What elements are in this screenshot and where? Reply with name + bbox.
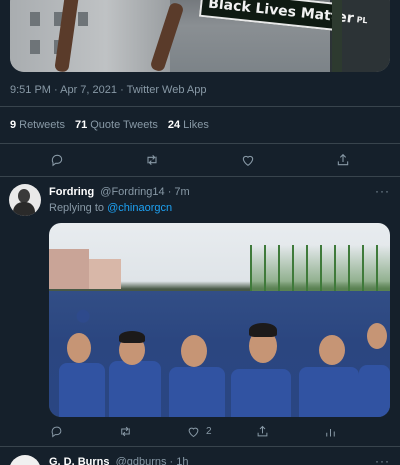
quote-tweets-stat[interactable]: 71 Quote Tweets [75,119,158,131]
photo-person [59,363,105,417]
share-icon [257,425,268,437]
photo-head [67,333,91,363]
analytics-icon [326,429,335,437]
media-street-sign: Black Lives Matter PL [198,0,368,32]
photo-person [299,367,359,417]
media-pole [332,0,342,72]
photo-person [231,369,291,417]
photo-head [319,335,345,365]
share-button[interactable] [335,152,351,168]
replying-to: Replying to @chinaorgcn [49,202,172,214]
reply-button[interactable] [49,424,64,439]
handle-time[interactable]: @Fordring14 · 7m [100,186,189,198]
like-button[interactable]: 2 [186,424,212,439]
avatar[interactable] [9,455,41,465]
media-window [30,40,40,54]
divider [0,176,400,177]
tweet-timestamp-source[interactable]: 9:51 PM · Apr 7, 2021 · Twitter Web App [10,84,206,96]
tweet-photo[interactable] [49,223,390,417]
avatar[interactable] [9,184,41,216]
photo-person [169,367,225,417]
display-name[interactable]: Fordring [49,186,94,198]
photo-hair [119,331,145,343]
retweet-icon [121,426,130,437]
divider [0,446,400,447]
like-icon [188,427,199,438]
media-sign-suffix: PL [356,14,369,25]
tweet-header: Fordring @Fordring14 · 7m [49,186,190,198]
retweet-button[interactable] [144,152,160,168]
media-building [10,0,170,72]
retweet-icon [147,154,157,166]
tweet-stats: 9 Retweets 71 Quote Tweets 24 Likes [10,119,209,131]
display-name[interactable]: G. D. Burns [49,456,110,465]
share-icon [337,153,349,166]
handle-time[interactable]: @gdburns · 1h [116,456,189,465]
retweets-stat[interactable]: 9 Retweets [10,119,65,131]
photo-head [367,323,387,349]
like-icon [242,155,254,166]
media-window [78,12,88,26]
reply-button[interactable] [49,152,65,168]
reply-icon [51,154,63,167]
media-window [30,12,40,26]
share-button[interactable] [255,424,270,439]
photo-building [49,249,89,289]
more-options-button[interactable]: ··· [375,454,390,465]
tweet-media-image[interactable]: Black Lives Matter PL [10,0,390,72]
retweet-button[interactable] [118,424,133,439]
replying-handle-link[interactable]: @chinaorgcn [107,202,172,214]
divider [0,106,400,107]
like-button[interactable] [240,152,256,168]
divider [0,143,400,144]
like-count: 2 [206,426,212,437]
more-options-button[interactable]: ··· [375,184,390,198]
photo-head [181,335,207,367]
analytics-button[interactable] [323,424,338,439]
likes-stat[interactable]: 24 Likes [168,119,209,131]
photo-person [359,365,390,417]
replying-prefix: Replying to [49,202,105,214]
photo-person [109,361,161,417]
photo-building [89,259,121,289]
avatar-body [13,202,35,216]
avatar-face [18,189,30,203]
photo-hair [249,323,277,337]
reply-icon [51,426,62,438]
tweet-header: G. D. Burns @gdburns · 1h [49,456,189,465]
